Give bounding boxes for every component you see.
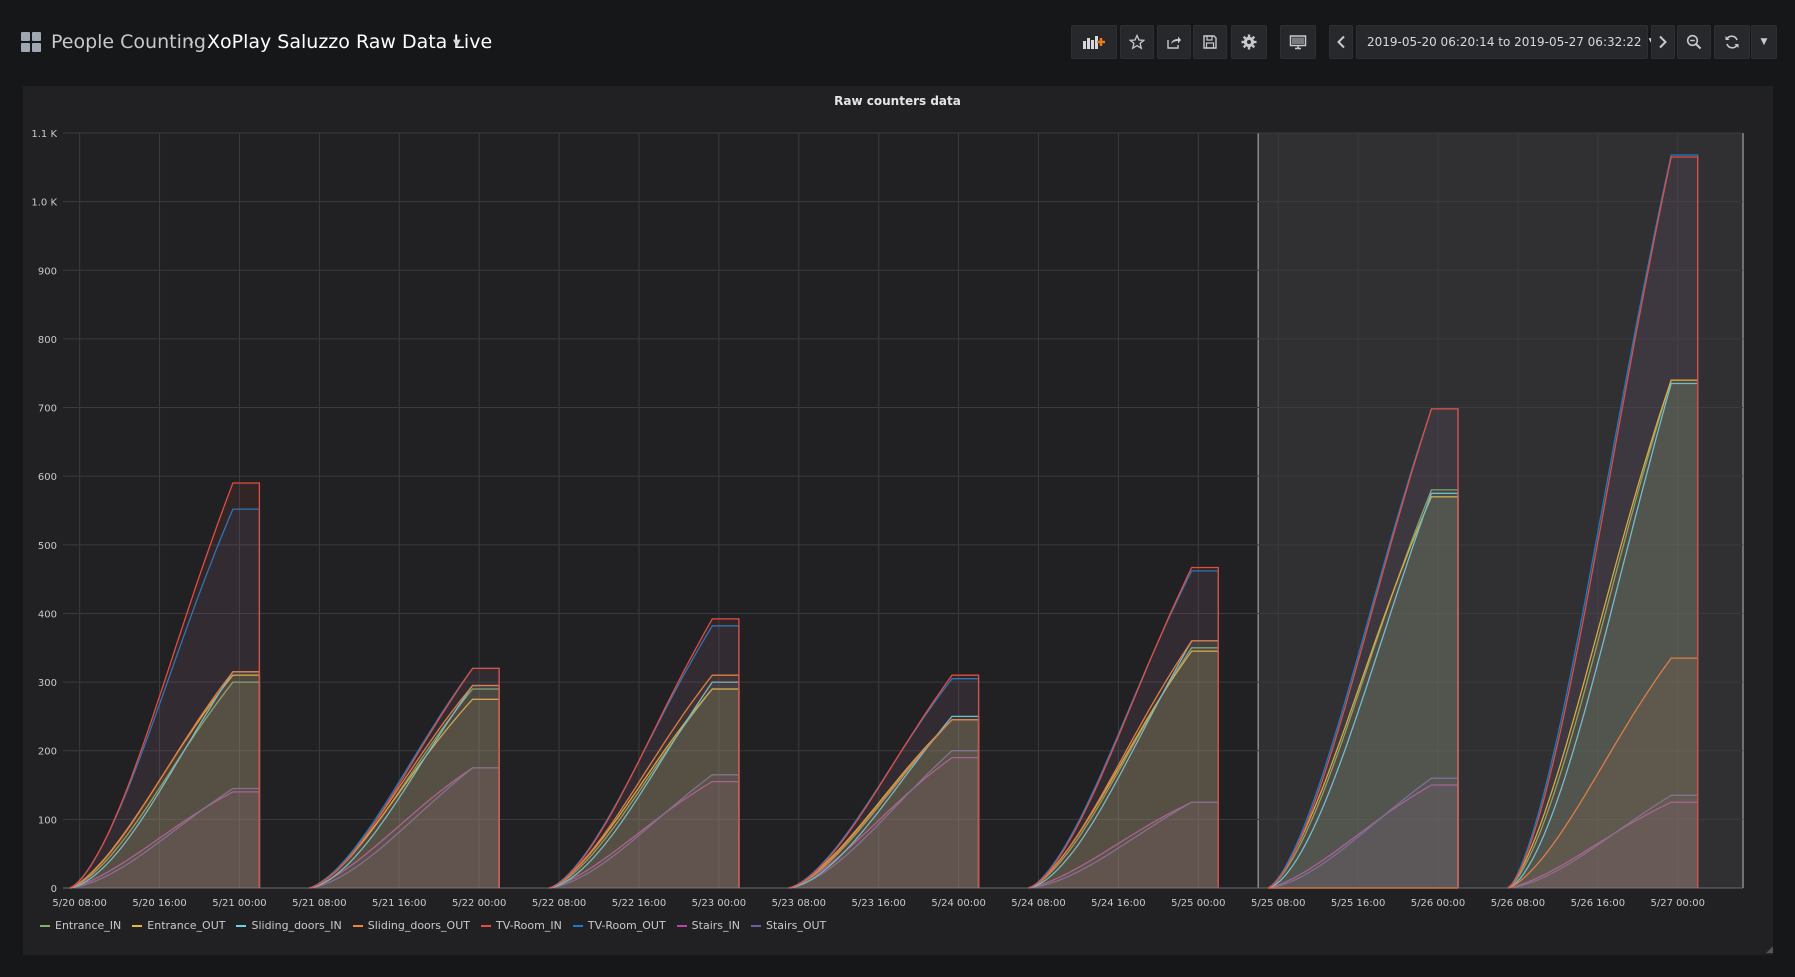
x-tick-label: 5/21 00:00	[212, 898, 266, 909]
x-tick-label: 5/22 00:00	[452, 898, 506, 909]
legend-item-entrance-out[interactable]: Entrance_OUT	[132, 919, 225, 932]
y-tick-label: 800	[38, 335, 57, 346]
x-tick-label: 5/24 08:00	[1011, 898, 1065, 909]
x-tick-label: 5/20 08:00	[52, 898, 106, 909]
legend-label: Entrance_OUT	[147, 919, 226, 932]
legend-item-tv-room-in[interactable]: TV-Room_IN	[480, 919, 562, 932]
x-tick-label: 5/22 16:00	[612, 898, 666, 909]
x-tick-label: 5/24 00:00	[931, 898, 985, 909]
y-tick-label: 0	[51, 884, 57, 895]
legend-swatch	[480, 924, 491, 927]
legend-item-stairs-in[interactable]: Stairs_IN	[676, 919, 740, 932]
graph-legend: Entrance_IN Entrance_OUT Sliding_doors_IN S…	[40, 919, 837, 932]
x-tick-label: 5/26 00:00	[1411, 898, 1465, 909]
legend-label: Sliding_doors_IN	[251, 919, 342, 932]
y-tick-label: 700	[38, 404, 57, 415]
y-tick-label: 1.0 K	[31, 198, 57, 209]
x-tick-label: 5/20 16:00	[132, 898, 186, 909]
legend-swatch	[572, 924, 583, 927]
y-tick-label: 900	[38, 266, 57, 277]
x-tick-label: 5/22 08:00	[532, 898, 586, 909]
legend-item-sliding-doors-out[interactable]: Sliding_doors_OUT	[352, 919, 470, 932]
x-tick-label: 5/25 08:00	[1251, 898, 1305, 909]
panel-resize-handle[interactable]: ◢	[1766, 945, 1773, 955]
x-tick-label: 5/25 16:00	[1331, 898, 1385, 909]
y-tick-label: 100	[38, 815, 57, 826]
x-tick-label: 5/23 08:00	[772, 898, 826, 909]
y-tick-label: 200	[38, 747, 57, 758]
legend-swatch	[236, 924, 247, 927]
legend-label: Sliding_doors_OUT	[367, 919, 470, 932]
legend-label: TV-Room_OUT	[587, 919, 666, 932]
legend-item-stairs-out[interactable]: Stairs_OUT	[751, 919, 826, 932]
y-tick-label: 500	[38, 541, 57, 552]
x-tick-label: 5/26 08:00	[1491, 898, 1545, 909]
y-tick-label: 300	[38, 678, 57, 689]
legend-label: Stairs_OUT	[766, 919, 827, 932]
legend-swatch	[751, 924, 761, 927]
x-tick-label: 5/25 00:00	[1171, 898, 1225, 909]
y-tick-label: 400	[38, 609, 57, 620]
x-tick-label: 5/24 16:00	[1091, 898, 1145, 909]
x-tick-label: 5/23 16:00	[851, 898, 905, 909]
legend-swatch	[676, 924, 687, 927]
legend-swatch	[352, 924, 363, 927]
x-tick-label: 5/27 00:00	[1651, 898, 1705, 909]
legend-label: Stairs_IN	[691, 919, 740, 932]
legend-swatch	[40, 924, 50, 927]
legend-item-sliding-doors-in[interactable]: Sliding_doors_IN	[236, 919, 342, 932]
legend-label: TV-Room_IN	[495, 919, 562, 932]
legend-item-tv-room-out[interactable]: TV-Room_OUT	[572, 919, 666, 932]
x-tick-label: 5/21 16:00	[372, 898, 426, 909]
y-tick-label: 1.1 K	[31, 129, 57, 140]
legend-swatch	[132, 924, 143, 927]
x-tick-label: 5/26 16:00	[1571, 898, 1625, 909]
y-tick-label: 600	[38, 472, 57, 483]
legend-label: Entrance_IN	[55, 919, 122, 932]
graph-canvas[interactable]: 0 100 200 300 400 500 600 700 800 900 1.0 K 1.1 K 5/…	[0, 0, 1795, 977]
x-tick-label: 5/21 08:00	[292, 898, 346, 909]
x-tick-label: 5/23 00:00	[692, 898, 746, 909]
legend-item-entrance-in[interactable]: Entrance_IN	[40, 919, 121, 932]
